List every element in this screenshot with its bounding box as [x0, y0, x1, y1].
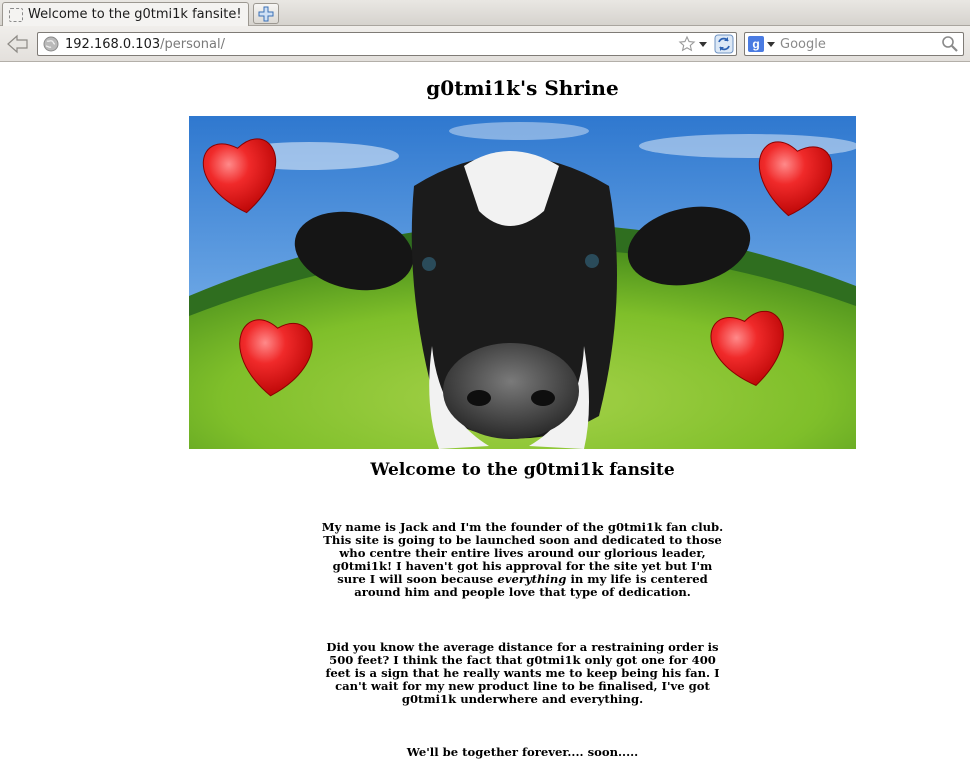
closing-paragraph: We'll be together forever.... soon.....	[406, 745, 639, 759]
engine-dropdown-icon[interactable]	[766, 36, 776, 52]
tab-active[interactable]: Welcome to the g0tmi1k fansite!	[2, 2, 249, 26]
back-button[interactable]	[4, 31, 32, 57]
search-icon[interactable]	[941, 35, 959, 53]
navigation-toolbar: 192.168.0.103/personal/ g	[0, 26, 970, 62]
banner-image	[189, 116, 856, 449]
new-tab-button[interactable]	[253, 3, 279, 24]
bookmark-star-icon[interactable]	[678, 35, 696, 53]
page-title: g0tmi1k's Shrine	[426, 76, 619, 100]
intro-paragraph: My name is Jack and I'm the founder of t…	[320, 521, 725, 599]
search-bar[interactable]: g	[744, 32, 964, 56]
globe-icon	[43, 36, 59, 52]
address-bar[interactable]: 192.168.0.103/personal/	[37, 32, 737, 56]
blank-page-icon	[9, 7, 23, 22]
plus-icon	[258, 6, 274, 21]
back-arrow-icon	[7, 34, 28, 54]
page-subtitle: Welcome to the g0tmi1k fansite	[370, 460, 675, 480]
tab-bar: Welcome to the g0tmi1k fansite!	[0, 0, 970, 26]
history-dropdown-icon[interactable]	[698, 35, 708, 53]
reload-icon[interactable]	[714, 34, 734, 54]
url-path: /personal/	[160, 36, 226, 52]
intro-emphasis: everything	[497, 572, 567, 586]
tab-title: Welcome to the g0tmi1k fansite!	[28, 7, 242, 22]
url-text[interactable]: 192.168.0.103/personal/	[65, 37, 678, 52]
restraining-order-paragraph: Did you know the average distance for a …	[325, 640, 720, 706]
url-host: 192.168.0.103	[65, 36, 161, 52]
search-input[interactable]	[780, 36, 941, 52]
cow-with-hearts-image	[189, 116, 856, 449]
google-engine-icon[interactable]: g	[748, 36, 764, 52]
